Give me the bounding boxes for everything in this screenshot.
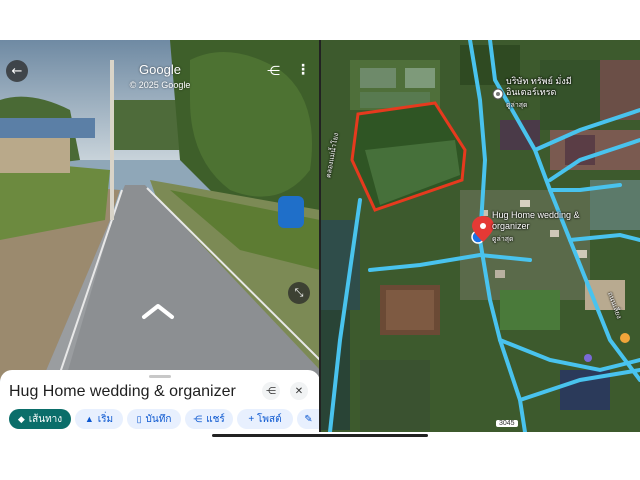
fullscreen-button[interactable]: ⤡ [288, 282, 310, 304]
edit-chip[interactable]: ✎ [297, 409, 320, 429]
route-shield: 3045 [496, 420, 518, 427]
place-map-sub-label: ดูล่าสุด [492, 236, 514, 243]
close-button[interactable]: ✕ [290, 382, 308, 400]
edit-icon: ✎ [304, 413, 313, 425]
close-icon: ✕ [294, 385, 304, 397]
share-place-button[interactable]: ⋲ [262, 382, 280, 400]
save-label: บันทึก [145, 413, 172, 425]
share-chip[interactable]: ⋲ แชร์ [185, 409, 233, 429]
street-view-copyright: © 2025 Google [129, 80, 191, 90]
split-divider[interactable] [319, 40, 321, 432]
wifi-icon: ▼ [592, 4, 598, 12]
gesture-nav-bar[interactable] [212, 434, 428, 437]
satellite-map[interactable]: บริษัท ทรัพย์ มั่งมี อินเตอร์เทรด ดูล่าส… [320, 40, 640, 432]
expand-icon: ⤡ [294, 286, 304, 299]
more-vert-icon: ⋮ [296, 62, 310, 78]
navigation-icon: ▲ [84, 414, 94, 424]
share-icon: ⋲ [193, 413, 203, 424]
directions-icon: ◆ [17, 413, 25, 424]
status-battery: 100% [612, 4, 633, 12]
place-map-label[interactable]: Hug Home wedding & organizer [492, 210, 582, 232]
poi-label[interactable]: บริษัท ทรัพย์ มั่งมี อินเตอร์เทรด [506, 76, 602, 98]
more-options-button[interactable]: ⋮ [296, 62, 310, 78]
post-label: + โพสต์ [248, 413, 282, 425]
share-icon: ⋲ [266, 385, 276, 397]
post-chip[interactable]: + โพสต์ [237, 409, 293, 429]
poi-sub-label: ดูล่าสุด [506, 102, 528, 109]
directions-chip[interactable]: ◆ เส้นทาง [9, 409, 71, 429]
start-label: เริ่ม [97, 413, 114, 425]
status-time: 21:50 จันทร์ 7 ก.ค. [12, 5, 74, 13]
share-button[interactable]: ⋲ [267, 64, 280, 79]
start-chip[interactable]: ▲ เริ่ม [75, 409, 123, 429]
satellite-image [320, 40, 640, 432]
place-sheet[interactable]: Hug Home wedding & organizer ⋲ ✕ ◆ เส้นท… [0, 370, 320, 432]
status-network: 0.1KB/s [556, 4, 583, 12]
share-icon: ⋲ [267, 64, 280, 79]
directions-label: เส้นทาง [28, 413, 63, 425]
save-chip[interactable]: ▯ บันทึก [127, 409, 181, 429]
drag-handle[interactable] [149, 375, 171, 378]
place-title: Hug Home wedding & organizer [9, 383, 236, 400]
status-icons: ● ⊕ ◻ [82, 4, 105, 12]
share-label: แชร์ [206, 413, 225, 425]
bookmark-icon: ▯ [136, 413, 142, 424]
